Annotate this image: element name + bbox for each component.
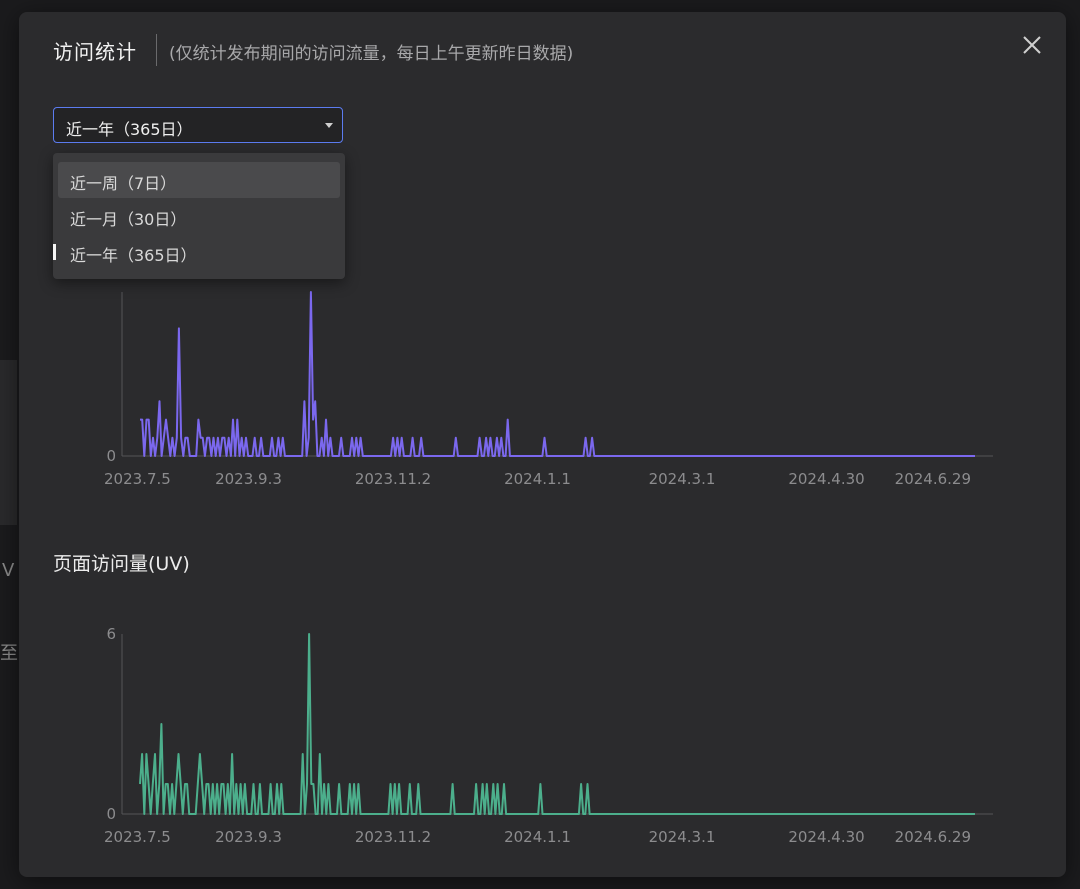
uv-x-tick-label: 2024.4.30: [788, 828, 864, 846]
background-text-b: 至: [0, 643, 18, 664]
uv-y-tick-label: 6: [106, 625, 116, 643]
selected-option-marker: [53, 244, 56, 260]
uv-y-tick-label: 0: [106, 805, 116, 823]
chevron-down-icon: [325, 123, 333, 128]
range-select-value: 近一年（365日）: [66, 120, 193, 139]
uv-x-tick-label: 2023.7.5: [104, 828, 171, 846]
option-month[interactable]: 近一月（30日）: [58, 198, 340, 234]
uv-x-tick-label: 2024.1.1: [504, 828, 571, 846]
background-text-a: V: [2, 560, 15, 581]
uv-x-tick-label: 2023.11.2: [355, 828, 431, 846]
visit-stats-modal: 访问统计 (仅统计发布期间的访问流量，每日上午更新昨日数据) 2023.7.5 2…: [19, 12, 1066, 877]
range-select[interactable]: 近一年（365日）: [53, 107, 343, 143]
option-year[interactable]: 近一年（365日）: [58, 234, 340, 270]
uv-x-tick-label: 2024.3.1: [649, 828, 716, 846]
uv-series-line: [139, 633, 975, 815]
range-dropdown: 近一周（7日） 近一月（30日） 近一年（365日）: [53, 153, 345, 279]
option-week[interactable]: 近一周（7日）: [58, 162, 340, 198]
background-panel-left: [0, 360, 17, 525]
uv-x-tick-label: 2023.9.3: [215, 828, 282, 846]
uv-x-tick-label: 2024.6.29: [895, 828, 971, 846]
